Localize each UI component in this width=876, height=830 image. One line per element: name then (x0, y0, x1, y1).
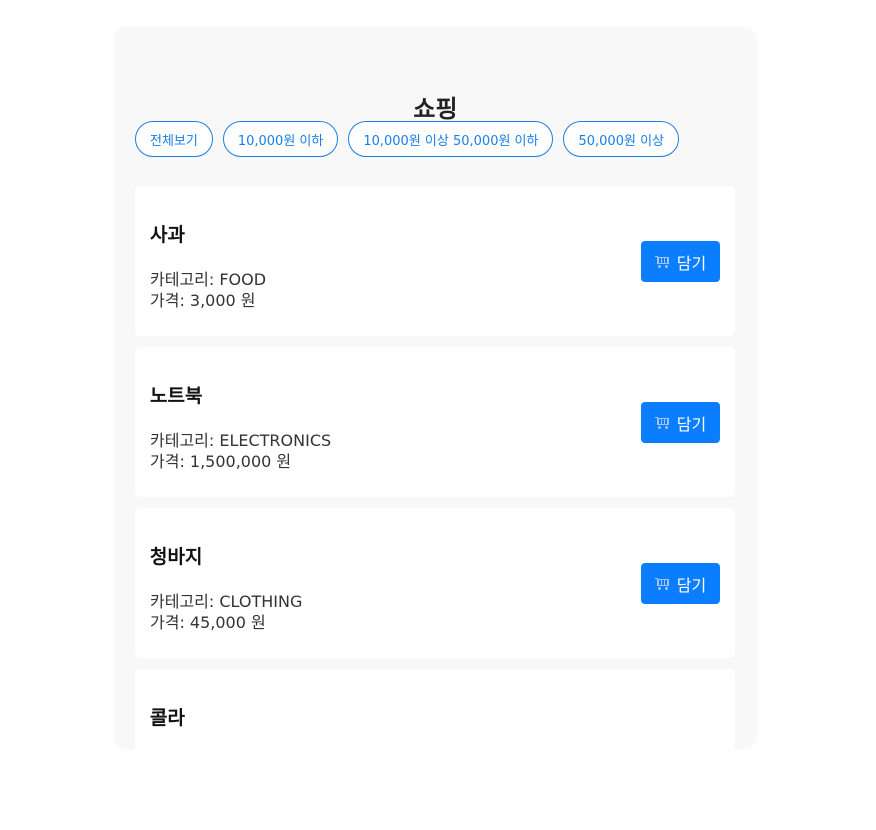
shop-panel: 쇼핑 전체보기 10,000원 이하 10,000원 이상 50,000원 이하… (115, 27, 756, 819)
cart-icon (654, 577, 671, 590)
product-card: 콜라 (135, 669, 735, 819)
product-name: 청바지 (150, 546, 203, 568)
filter-over-50000-button[interactable]: 50,000원 이상 (563, 121, 679, 157)
product-price: 가격: 45,000 원 (150, 613, 266, 632)
add-to-cart-button[interactable]: 담기 (641, 563, 720, 604)
cart-icon (654, 255, 671, 268)
filter-all-button[interactable]: 전체보기 (135, 121, 213, 157)
page-title: 쇼핑 (413, 95, 458, 123)
product-card: 사과 카테고리: FOOD 가격: 3,000 원 담기 (135, 186, 735, 336)
price-filter-bar: 전체보기 10,000원 이하 10,000원 이상 50,000원 이하 50… (135, 121, 679, 157)
product-card: 청바지 카테고리: CLOTHING 가격: 45,000 원 담기 (135, 508, 735, 658)
filter-under-10000-button[interactable]: 10,000원 이하 (222, 121, 339, 157)
add-to-cart-button[interactable]: 담기 (641, 402, 720, 443)
add-to-cart-label: 담기 (676, 414, 707, 434)
cart-icon (654, 416, 671, 429)
add-to-cart-label: 담기 (676, 575, 707, 595)
add-to-cart-label: 담기 (676, 253, 707, 273)
filter-10000-50000-button[interactable]: 10,000원 이상 50,000원 이하 (348, 121, 554, 157)
product-name: 콜라 (150, 707, 185, 729)
product-name: 사과 (150, 224, 185, 246)
product-name: 노트북 (150, 385, 203, 407)
product-card: 노트북 카테고리: ELECTRONICS 가격: 1,500,000 원 담기 (135, 347, 735, 497)
add-to-cart-button[interactable]: 담기 (641, 241, 720, 282)
product-list: 사과 카테고리: FOOD 가격: 3,000 원 담기 노트북 카테고리: E… (135, 186, 735, 830)
product-price: 가격: 1,500,000 원 (150, 452, 292, 471)
product-price: 가격: 3,000 원 (150, 291, 256, 310)
